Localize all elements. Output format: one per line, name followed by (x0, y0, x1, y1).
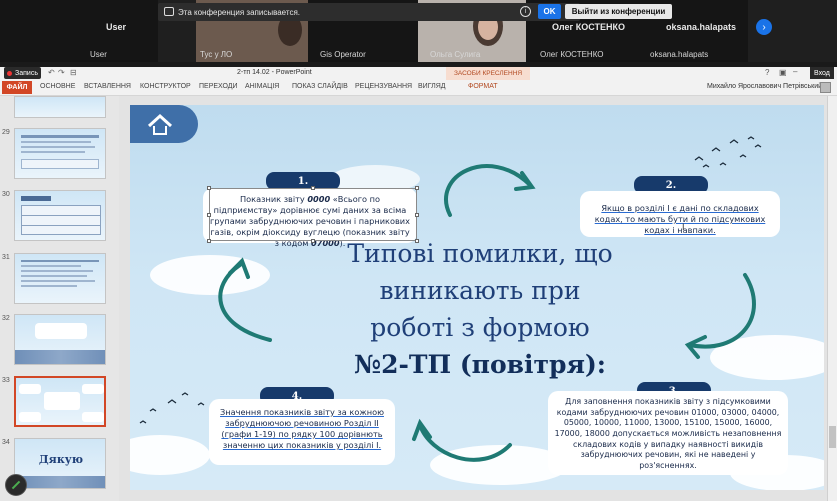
thumbnail-31[interactable] (14, 253, 106, 304)
tab-home[interactable]: ОСНОВНЕ (40, 83, 75, 90)
tab-slideshow[interactable]: ПОКАЗ СЛАЙДІВ (292, 83, 348, 90)
participant-name: oksana.halapats (650, 50, 709, 59)
tab-file[interactable]: ФАЙЛ (2, 81, 32, 94)
thumbnail-number: 33 (2, 377, 10, 384)
thumbnail-number: 30 (2, 191, 10, 198)
arrow-left (218, 263, 272, 342)
quick-access-icon[interactable]: ⊟ (70, 68, 77, 77)
resize-handle[interactable] (207, 213, 211, 217)
thumbnail-text: Дякую (38, 453, 84, 466)
thumbnail-32[interactable] (14, 314, 106, 365)
ribbon-display-icon[interactable]: ▣ (779, 68, 787, 77)
resize-handle[interactable] (207, 239, 211, 243)
title-line-4: №2-ТП (повітря): (353, 350, 607, 379)
conference-bar: User User Тус у ЛО Gis Operator Ольга Су… (0, 0, 837, 62)
note-box-3[interactable]: Для заповнення показників звіту з підсум… (548, 391, 788, 475)
help-icon[interactable]: ? (765, 68, 769, 77)
resize-handle[interactable] (415, 239, 419, 243)
recording-icon (164, 7, 174, 16)
tab-design[interactable]: КОНСТРУКТОР (140, 83, 191, 90)
tab-insert[interactable]: ВСТАВЛЕННЯ (84, 83, 131, 90)
participant-name: Ольга Сулига (430, 50, 481, 59)
recording-banner: Эта конференция записывается. i (158, 3, 580, 21)
thumbnail-29[interactable] (14, 128, 106, 179)
arrow-right (688, 273, 756, 349)
thumbnail-number: 29 (2, 129, 10, 136)
thumbnail-28[interactable] (14, 96, 106, 118)
record-dot-icon (7, 70, 12, 76)
participant-big-name: oksana.halapats (666, 22, 737, 32)
participant-name: Тус у ЛО (200, 50, 233, 59)
enter-button[interactable]: Вход (810, 67, 834, 79)
leave-conference-button[interactable]: Выйти из конференции (565, 4, 672, 19)
chevron-right-icon: › (762, 21, 766, 33)
tab-animation[interactable]: АНІМАЦІЯ (245, 83, 279, 90)
tab-review[interactable]: РЕЦЕНЗУВАННЯ (355, 83, 412, 90)
participant-name: Олег КОСТЕНКО (540, 50, 604, 59)
resize-handle[interactable] (311, 239, 315, 243)
slide-thumbnails-pane: 29 30 31 32 33 34 Дякую (0, 96, 119, 501)
tab-view[interactable]: ВИГЛЯД (418, 83, 446, 90)
screen: User User Тус у ЛО Gis Operator Ольга Су… (0, 0, 837, 501)
next-participants-button[interactable]: › (756, 19, 772, 35)
undo-icon[interactable]: ↶ (48, 68, 55, 77)
user-name[interactable]: Михайло Ярославович Петрівський (707, 83, 822, 90)
ok-button[interactable]: OK (538, 4, 561, 19)
tab-transitions[interactable]: ПЕРЕХОДИ (199, 83, 238, 90)
text-cursor-icon: I (682, 222, 685, 232)
scrollbar-thumb[interactable] (829, 426, 836, 448)
ribbon-tabs: ФАЙЛ ОСНОВНЕ ВСТАВЛЕННЯ КОНСТРУКТОР ПЕРЕ… (0, 80, 837, 96)
thumbnail-33-selected[interactable] (14, 376, 106, 427)
participant-big-name: User (106, 22, 127, 32)
participant-big-name: Олег КОСТЕНКО (552, 22, 625, 32)
thumbnail-number: 34 (2, 439, 10, 446)
powerpoint-titlebar: Запись ↶ ↷ ⊟ 2-тп 14.02 - PowerPoint ЗАС… (0, 67, 837, 80)
arrow-bottom (418, 423, 512, 462)
thumbnail-30[interactable] (14, 190, 106, 241)
record-label: Запись (15, 69, 38, 77)
participant-name: Gis Operator (320, 50, 366, 59)
window-title: 2-тп 14.02 - PowerPoint (237, 69, 312, 76)
minimize-icon[interactable]: – (793, 67, 797, 76)
note-box-2[interactable]: Якщо в розділі І є дані по складових код… (580, 191, 780, 237)
title-line-3: роботі з формою (370, 313, 590, 342)
note-box-4[interactable]: Значення показників звіту за кожною забр… (209, 399, 395, 465)
resize-handle[interactable] (207, 186, 211, 190)
slide-canvas[interactable]: Типові помилки, що виникають при роботі … (130, 105, 824, 490)
thumbnail-number: 32 (2, 315, 10, 322)
info-icon[interactable]: i (520, 6, 531, 17)
contextual-tab-label: ЗАСОБИ КРЕСЛЕННЯ (446, 67, 531, 80)
resize-handle[interactable] (311, 186, 315, 190)
selection-frame[interactable] (207, 186, 419, 243)
draw-tool-button[interactable] (5, 474, 27, 496)
resize-handle[interactable] (415, 186, 419, 190)
vertical-scrollbar[interactable] (827, 96, 837, 501)
participant-name: User (90, 50, 107, 59)
slide-title[interactable]: Типові помилки, що виникають при роботі … (330, 235, 630, 383)
title-line-2: виникають при (379, 276, 581, 305)
recording-notice: Эта конференция записывается. (178, 7, 300, 17)
participant-tile-user[interactable]: User User (0, 0, 158, 62)
pen-icon (11, 480, 21, 490)
record-indicator[interactable]: Запись (4, 67, 41, 79)
redo-icon[interactable]: ↷ (58, 68, 65, 77)
thumbnail-34[interactable]: Дякую (14, 438, 106, 489)
avatar[interactable] (820, 82, 831, 93)
thumbnail-number: 31 (2, 254, 10, 261)
resize-handle[interactable] (415, 213, 419, 217)
tab-format[interactable]: ФОРМАТ (468, 83, 498, 90)
